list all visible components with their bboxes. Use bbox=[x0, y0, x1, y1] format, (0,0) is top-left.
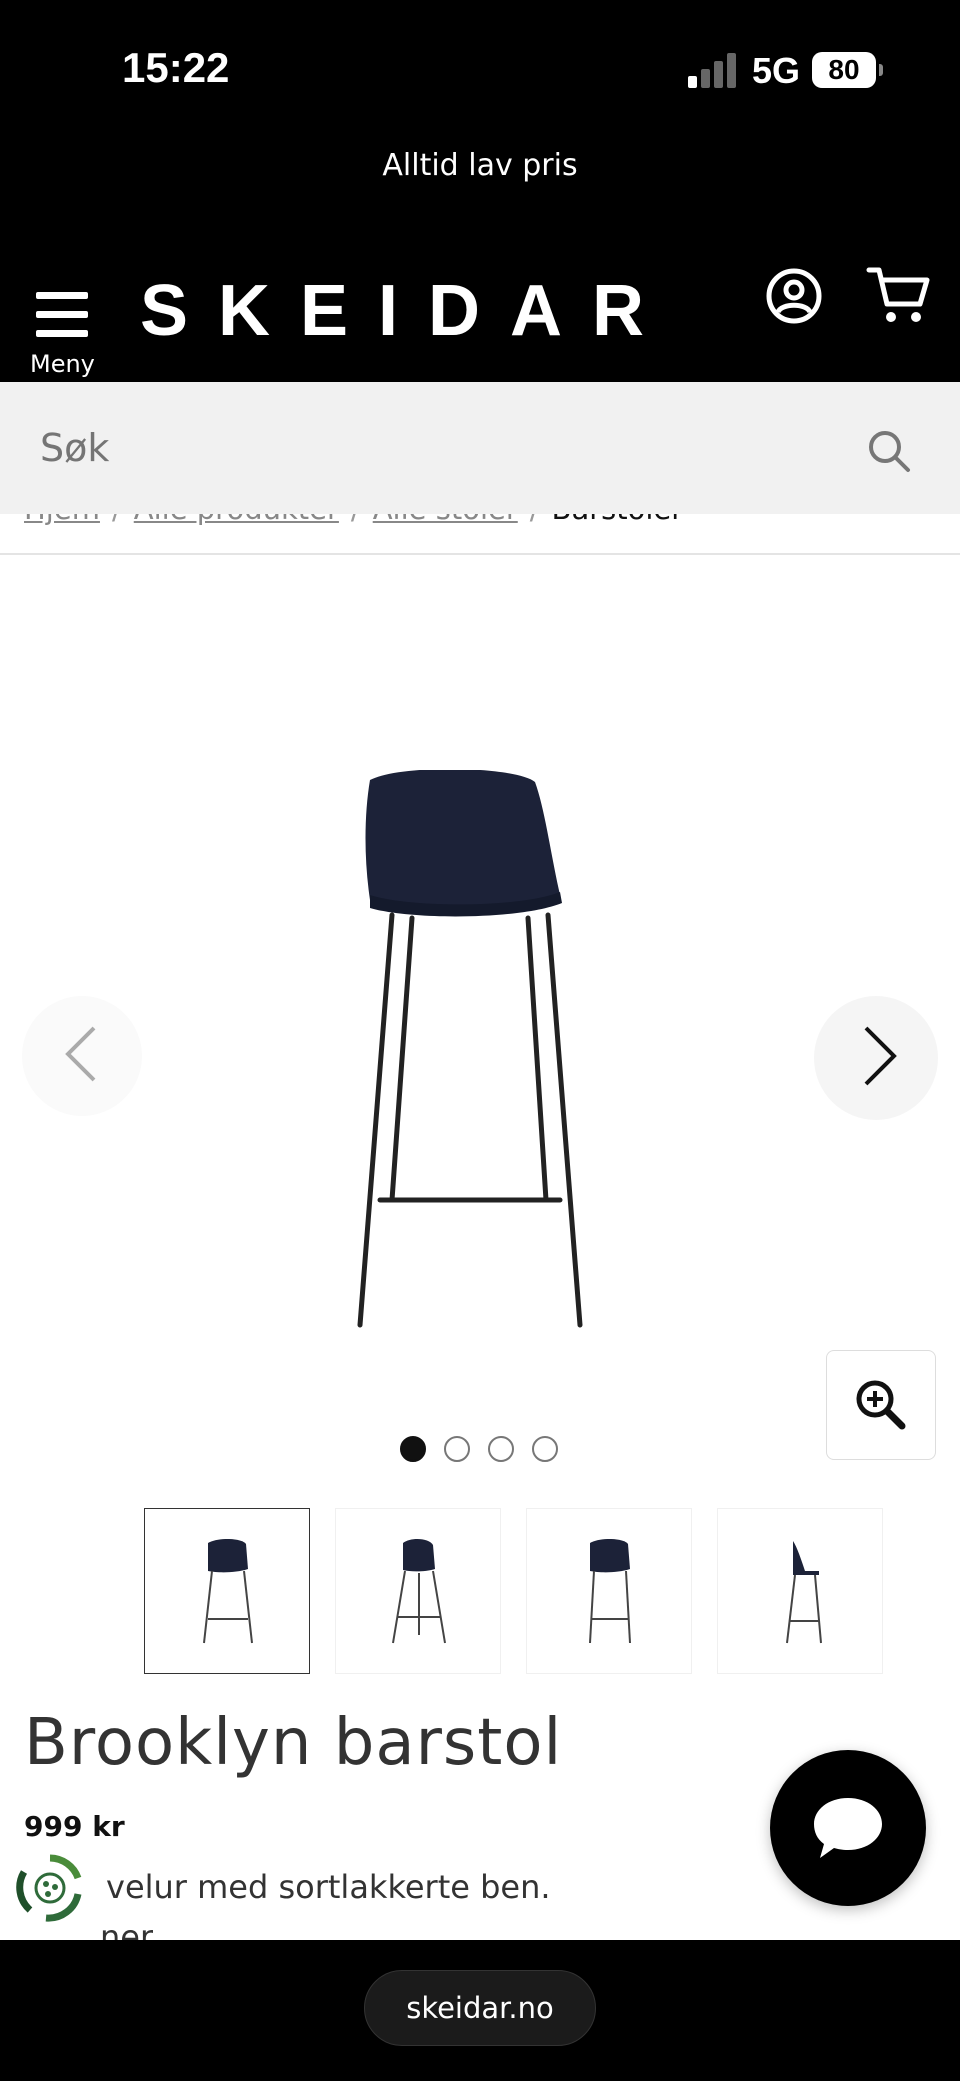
account-icon[interactable] bbox=[764, 266, 824, 326]
eco-badge-icon bbox=[16, 1854, 82, 1922]
status-time: 15:22 bbox=[122, 44, 230, 91]
product-description: velur med sortlakkerte ben. bbox=[106, 1868, 551, 1906]
thumbnail-strip bbox=[144, 1508, 884, 1676]
chat-button[interactable] bbox=[770, 1750, 926, 1906]
promo-text: Alltid lav pris bbox=[382, 148, 578, 183]
carousel-indicators bbox=[400, 1436, 570, 1464]
gallery-next-button[interactable] bbox=[814, 996, 938, 1120]
thumbnail[interactable] bbox=[335, 1508, 501, 1674]
product-title: Brooklyn barstol bbox=[24, 1706, 563, 1780]
chevron-right-icon bbox=[864, 1026, 897, 1086]
thumbnail-image bbox=[589, 1539, 631, 1644]
chevron-left-icon bbox=[65, 1026, 96, 1082]
thumbnail-image bbox=[786, 1541, 822, 1644]
signal-icon bbox=[688, 52, 736, 88]
search-field[interactable] bbox=[0, 382, 860, 514]
cart-icon[interactable] bbox=[866, 264, 932, 326]
carousel-dot[interactable] bbox=[532, 1436, 558, 1462]
carousel-dot[interactable] bbox=[444, 1436, 470, 1462]
thumbnail[interactable] bbox=[717, 1508, 883, 1674]
gallery-prev-button[interactable] bbox=[22, 996, 142, 1116]
thumbnail[interactable] bbox=[144, 1508, 310, 1674]
menu-icon bbox=[36, 292, 88, 337]
battery-icon: 80 bbox=[812, 52, 883, 88]
thumbnail-image bbox=[392, 1539, 446, 1644]
search-icon[interactable] bbox=[866, 428, 912, 474]
promo-banner: Alltid lav pris bbox=[0, 140, 960, 250]
product-price: 999 kr bbox=[24, 1810, 125, 1843]
product-image-main[interactable] bbox=[340, 770, 610, 1330]
carousel-dot[interactable] bbox=[488, 1436, 514, 1462]
menu-button[interactable]: Meny bbox=[28, 270, 96, 378]
chat-icon bbox=[814, 1798, 882, 1858]
product-description-continued: ner bbox=[100, 1918, 154, 1940]
site-header: Meny SKEIDAR bbox=[0, 250, 960, 382]
menu-label: Meny bbox=[30, 350, 95, 378]
logo[interactable]: SKEIDAR bbox=[140, 270, 674, 352]
zoom-button[interactable] bbox=[826, 1350, 936, 1460]
thumbnail[interactable] bbox=[526, 1508, 692, 1674]
divider bbox=[0, 553, 960, 555]
thumbnail-image bbox=[203, 1539, 253, 1644]
zoom-in-icon bbox=[856, 1380, 906, 1430]
status-bar: 15:22 5G 80 bbox=[0, 0, 960, 140]
carousel-dot[interactable] bbox=[400, 1436, 426, 1462]
browser-bottom-bar: skeidar.no bbox=[0, 1940, 960, 2081]
network-type: 5G bbox=[752, 50, 801, 91]
url-bar[interactable]: skeidar.no bbox=[364, 1970, 596, 2046]
